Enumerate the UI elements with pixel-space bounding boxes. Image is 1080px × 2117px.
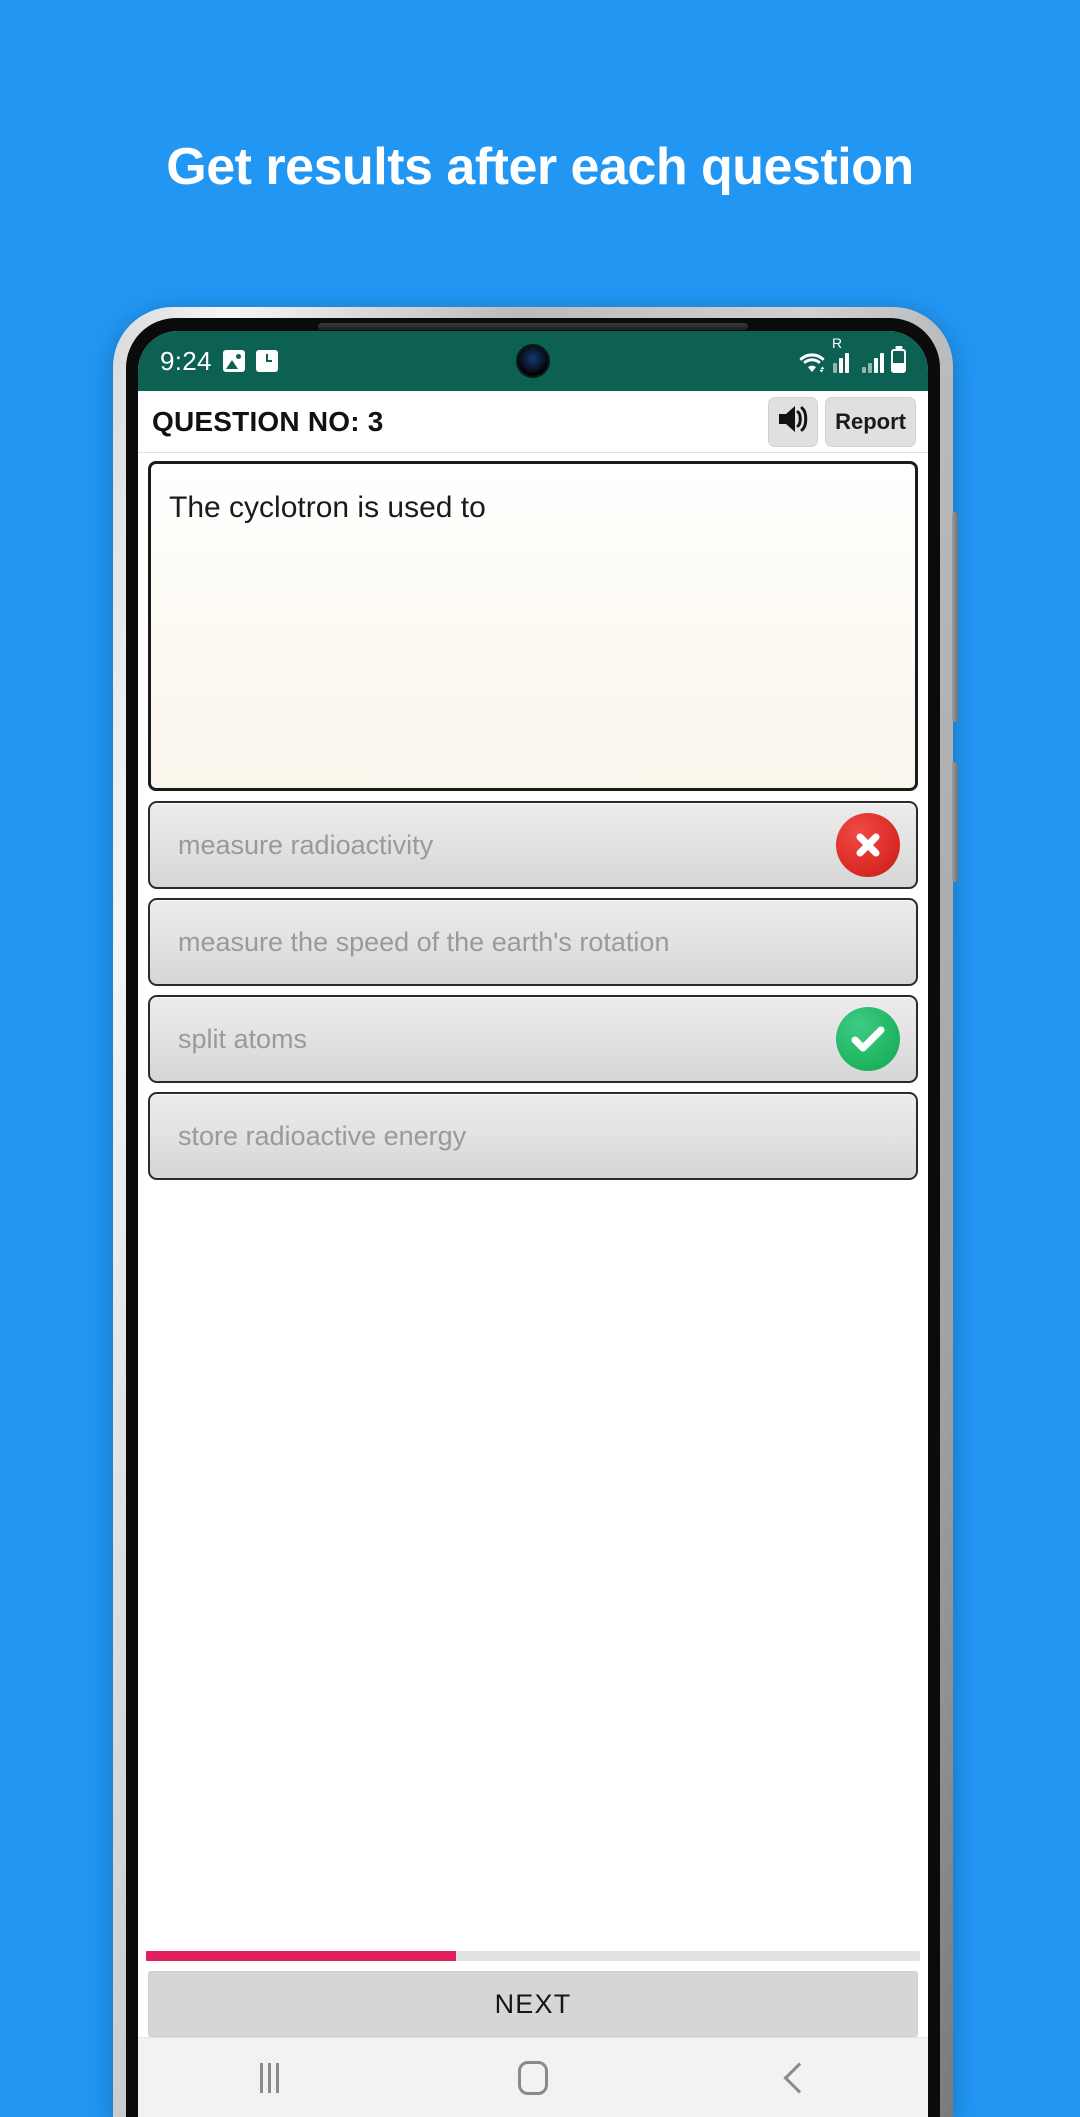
- clock-icon: [255, 350, 278, 372]
- phone-mockup: 9:24 R QUESTION NO: 3 Report The cyclotr…: [113, 307, 958, 2117]
- answer-option[interactable]: measure radioactivity: [148, 801, 918, 889]
- answer-option-label: split atoms: [178, 1023, 308, 1054]
- status-bar-right: R: [798, 336, 906, 373]
- status-bar: 9:24 R: [138, 331, 928, 391]
- header-actions: Report: [768, 396, 916, 447]
- status-bar-left: 9:24: [160, 346, 278, 377]
- recents-icon[interactable]: [210, 2048, 330, 2108]
- answer-option-label: measure the speed of the earth's rotatio…: [178, 926, 670, 957]
- content-spacer: [138, 1180, 928, 1951]
- promo-headline: Get results after each question: [166, 138, 914, 196]
- next-button[interactable]: NEXT: [148, 1971, 918, 2037]
- roaming-signal-icon: R: [832, 336, 855, 373]
- speaker-button[interactable]: [768, 396, 819, 447]
- home-icon[interactable]: [473, 2048, 593, 2108]
- report-button[interactable]: Report: [825, 396, 916, 447]
- answer-options-list: measure radioactivity measure the speed …: [148, 801, 918, 1180]
- roaming-label: R: [832, 335, 843, 351]
- photo-icon: [222, 350, 245, 372]
- battery-icon: [891, 349, 906, 373]
- volume-button: [952, 512, 958, 722]
- signal-icon: [862, 351, 884, 373]
- quiz-progress-bar: [146, 1951, 920, 1961]
- answer-option[interactable]: store radioactive energy: [148, 1092, 918, 1180]
- back-icon[interactable]: [736, 2048, 856, 2108]
- phone-screen: 9:24 R QUESTION NO: 3 Report The cyclotr…: [138, 331, 928, 2117]
- status-bar-clock: 9:24: [160, 345, 212, 376]
- phone-bezel: 9:24 R QUESTION NO: 3 Report The cyclotr…: [126, 318, 940, 2117]
- answer-option[interactable]: split atoms: [148, 995, 918, 1083]
- android-navigation-bar: [138, 2037, 928, 2117]
- front-camera-punch-hole: [518, 346, 548, 376]
- answer-option[interactable]: measure the speed of the earth's rotatio…: [148, 898, 918, 986]
- power-button: [952, 762, 958, 882]
- check-icon: [836, 1007, 900, 1071]
- speaker-icon: [776, 404, 810, 439]
- quiz-progress-fill: [146, 1951, 456, 1961]
- answer-option-label: store radioactive energy: [178, 1120, 467, 1151]
- page-title: QUESTION NO: 3: [152, 405, 384, 437]
- question-card: The cyclotron is used to: [148, 461, 918, 791]
- footer-actions: NEXT: [138, 1961, 928, 2037]
- wifi-icon: [798, 351, 826, 373]
- earpiece-speaker: [318, 323, 748, 330]
- cross-icon: [836, 813, 900, 877]
- answer-option-label: measure radioactivity: [178, 829, 434, 860]
- app-header: QUESTION NO: 3 Report: [138, 391, 928, 453]
